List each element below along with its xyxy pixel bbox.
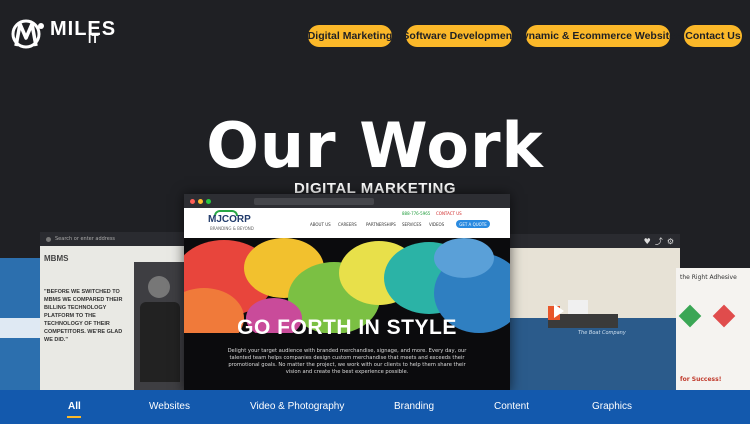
active-filter-indicator bbox=[67, 416, 81, 418]
minimize-dot-icon bbox=[198, 198, 203, 204]
maximize-dot-icon bbox=[206, 198, 211, 204]
contact-link[interactable]: CONTACT US bbox=[436, 211, 462, 216]
filter-graphics[interactable]: Graphics bbox=[592, 401, 632, 412]
mbms-logo: MBMS bbox=[44, 254, 69, 263]
mj-nav-partnerships[interactable]: PARTNERSHIPS bbox=[366, 222, 396, 227]
hero-body-text: Delight your target audience with brande… bbox=[227, 348, 467, 375]
site-header: MJCORP BRANDING & BEYOND 888-776-5965 CO… bbox=[184, 208, 510, 238]
portfolio-card-far-left[interactable] bbox=[0, 258, 42, 392]
share-icon[interactable]: ⤴ bbox=[655, 236, 663, 247]
nav-software-development[interactable]: Software Development bbox=[402, 25, 516, 47]
mbms-quote: "BEFORE WE SWITCHED TO MBMS WE COMPARED … bbox=[44, 289, 123, 343]
miles-it-logo[interactable]: MILES IT bbox=[8, 14, 115, 54]
play-icon[interactable] bbox=[554, 304, 564, 318]
mjcorp-tagline: BRANDING & BEYOND bbox=[210, 226, 254, 231]
filter-websites[interactable]: Websites bbox=[149, 401, 190, 412]
close-dot-icon bbox=[190, 198, 195, 204]
address-placeholder: Search or enter address bbox=[55, 236, 116, 242]
logo-subtext: IT bbox=[88, 32, 99, 46]
category-filter-bar: All Websites Video & Photography Brandin… bbox=[0, 390, 750, 424]
heart-icon[interactable]: ♥ bbox=[644, 237, 651, 246]
logo-text: MILES bbox=[50, 18, 117, 40]
portfolio-card-boat-company[interactable]: ♥ ⤴ ⚙ The Boat Company bbox=[508, 234, 680, 392]
nav-dynamic-ecommerce-websites[interactable]: Dynamic & Ecommerce Websites bbox=[515, 25, 681, 47]
top-bar: MILES IT Digital Marketing Software Deve… bbox=[0, 0, 750, 72]
mbms-photo bbox=[134, 262, 186, 392]
nav-digital-marketing[interactable]: Digital Marketing bbox=[308, 25, 392, 47]
filter-all[interactable]: All bbox=[68, 401, 81, 412]
phone-number[interactable]: 888-776-5965 bbox=[402, 211, 430, 216]
filter-branding[interactable]: Branding bbox=[394, 401, 434, 412]
portfolio-card-mbms[interactable]: Search or enter address MBMS "BEFORE WE … bbox=[40, 232, 186, 392]
mj-nav-about[interactable]: ABOUT US bbox=[310, 222, 331, 227]
mj-nav-services[interactable]: SERVICES bbox=[402, 222, 421, 227]
mj-nav-videos[interactable]: VIDEOS bbox=[429, 222, 444, 227]
adhesive-footer: for Success! bbox=[680, 376, 722, 383]
get-quote-button[interactable]: GET A QUOTE bbox=[456, 220, 490, 228]
filter-content[interactable]: Content bbox=[494, 401, 529, 412]
nav-contact-us[interactable]: Contact Us bbox=[684, 25, 742, 47]
boat-caption: The Boat Company bbox=[578, 330, 626, 336]
adhesive-heading: the Right Adhesive bbox=[680, 274, 737, 281]
mjcorp-logo: MJCORP bbox=[208, 214, 251, 225]
settings-icon[interactable]: ⚙ bbox=[667, 237, 674, 246]
hero-headline: GO FORTH IN STYLE bbox=[237, 316, 457, 339]
logo-mark-icon bbox=[11, 19, 44, 49]
portfolio-card-adhesive[interactable]: the Right Adhesive for Success! bbox=[676, 268, 750, 392]
mini-browser-bar: Search or enter address bbox=[40, 232, 186, 246]
browser-bar bbox=[184, 194, 510, 208]
mj-nav-careers[interactable]: CAREERS bbox=[338, 222, 357, 227]
hero-ink-image: GO FORTH IN STYLE Delight your target au… bbox=[184, 238, 510, 392]
mini-browser-bar: ♥ ⤴ ⚙ bbox=[508, 234, 680, 248]
address-bar[interactable] bbox=[254, 197, 374, 205]
page-title: Our Work bbox=[206, 109, 544, 182]
portfolio-card-mjcorp[interactable]: MJCORP BRANDING & BEYOND 888-776-5965 CO… bbox=[184, 194, 510, 392]
filter-video-photography[interactable]: Video & Photography bbox=[250, 401, 344, 412]
